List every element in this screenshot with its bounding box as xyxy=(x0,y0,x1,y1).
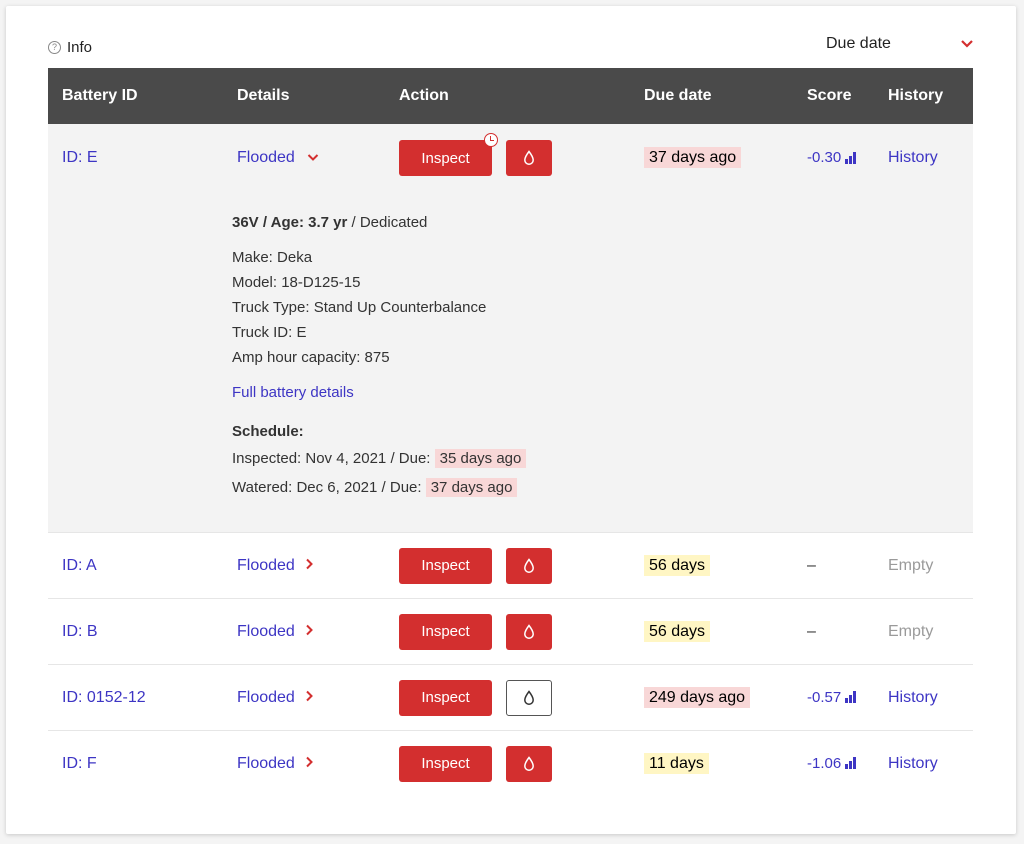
sort-dropdown[interactable]: Due date xyxy=(826,35,974,53)
full-battery-details-link[interactable]: Full battery details xyxy=(232,380,973,405)
schedule-title: Schedule: xyxy=(232,423,304,440)
inspect-button[interactable]: Inspect xyxy=(399,613,492,650)
battery-table: Battery ID Details Action Due date Score… xyxy=(48,68,973,797)
inspect-label: Inspect xyxy=(421,149,470,167)
water-drop-icon xyxy=(524,623,534,639)
inspect-label: Inspect xyxy=(421,557,470,574)
table-row: ID: F Flooded Inspect 11 days -1.06 Hist… xyxy=(48,731,973,797)
inspect-label: Inspect xyxy=(421,755,470,773)
history-link[interactable]: History xyxy=(888,689,938,706)
battery-id-link[interactable]: ID: 0152-12 xyxy=(62,689,146,706)
col-due-date[interactable]: Due date xyxy=(630,68,793,124)
due-date-badge: 11 days xyxy=(644,752,709,774)
score-text: -0.57 xyxy=(807,688,842,706)
history-link[interactable]: History xyxy=(888,149,938,166)
history-link[interactable]: History xyxy=(888,755,938,772)
battery-details-panel: 36V / Age: 3.7 yr / Dedicated Make: Deka… xyxy=(48,192,973,532)
table-header: Battery ID Details Action Due date Score… xyxy=(48,68,973,124)
bar-chart-icon xyxy=(845,757,856,770)
water-drop-icon xyxy=(524,689,534,705)
due-date-badge: 56 days xyxy=(644,620,711,642)
inspect-label: Inspect xyxy=(421,689,470,706)
watered-due-badge: 37 days ago xyxy=(425,478,518,497)
battery-type: Flooded xyxy=(237,556,295,574)
bar-chart-icon xyxy=(845,691,856,703)
col-battery-id[interactable]: Battery ID xyxy=(48,68,223,124)
info-toggle[interactable]: ? Info xyxy=(48,39,92,56)
battery-id-link[interactable]: ID: A xyxy=(62,557,97,574)
battery-type: Flooded xyxy=(237,688,295,706)
table-row: ID: A Flooded Inspect 56 days – Empty xyxy=(48,533,973,599)
chevron-right-icon xyxy=(306,756,313,767)
water-button[interactable] xyxy=(506,679,552,716)
battery-type: Flooded xyxy=(237,622,295,640)
history-empty: Empty xyxy=(888,622,934,640)
col-details[interactable]: Details xyxy=(223,68,385,124)
water-drop-icon xyxy=(524,557,534,573)
chevron-down-icon xyxy=(961,40,973,48)
water-button[interactable] xyxy=(506,613,552,650)
clock-icon xyxy=(484,133,498,147)
battery-id-link[interactable]: ID: F xyxy=(62,755,97,772)
battery-id-link[interactable]: ID: B xyxy=(62,623,98,640)
score-text: -1.06 xyxy=(807,754,842,772)
inspect-button[interactable]: Inspect xyxy=(399,133,498,176)
col-action[interactable]: Action xyxy=(385,68,630,124)
details-toggle[interactable]: Flooded xyxy=(237,689,314,706)
col-score[interactable]: Score xyxy=(793,68,874,124)
summary-rest: / Dedicated xyxy=(347,214,428,231)
details-toggle[interactable]: Flooded xyxy=(237,755,314,772)
expanded-details-row: 36V / Age: 3.7 yr / Dedicated Make: Deka… xyxy=(48,192,973,533)
make-line: Make: Deka xyxy=(232,249,313,266)
summary-bold: 36V / Age: 3.7 yr xyxy=(232,214,348,231)
inspect-button[interactable]: Inspect xyxy=(399,547,492,584)
inspected-line: Inspected: Nov 4, 2021 / Due: 35 days ag… xyxy=(232,446,973,471)
chevron-down-icon xyxy=(308,154,319,161)
inspect-label: Inspect xyxy=(421,623,470,640)
details-toggle[interactable]: Flooded xyxy=(237,149,319,166)
amp-capacity-line: Amp hour capacity: 875 xyxy=(232,349,390,366)
water-button[interactable] xyxy=(506,140,552,176)
inspect-button[interactable]: Inspect xyxy=(399,679,492,716)
model-line: Model: 18-D125-15 xyxy=(232,274,361,291)
info-label: Info xyxy=(67,39,93,56)
score-value: -0.57 xyxy=(807,689,856,706)
chevron-right-icon xyxy=(306,558,313,569)
help-icon: ? xyxy=(48,41,61,54)
chevron-right-icon xyxy=(306,690,313,701)
water-button[interactable] xyxy=(506,547,552,584)
inspected-prefix: Inspected: Nov 4, 2021 / Due: xyxy=(232,450,431,467)
bar-chart-icon xyxy=(845,151,856,164)
battery-summary: 36V / Age: 3.7 yr / Dedicated xyxy=(232,210,973,235)
score-value: -1.06 xyxy=(807,755,856,772)
due-date-badge: 37 days ago xyxy=(644,147,742,168)
water-drop-icon xyxy=(524,756,534,771)
battery-type: Flooded xyxy=(237,754,295,772)
inspected-due-badge: 35 days ago xyxy=(434,449,527,468)
score-text: -0.30 xyxy=(807,149,842,166)
truck-id-line: Truck ID: E xyxy=(232,324,307,341)
water-button[interactable] xyxy=(506,745,552,782)
col-history[interactable]: History xyxy=(874,68,973,124)
inspect-button[interactable]: Inspect xyxy=(399,745,492,782)
due-date-badge: 56 days xyxy=(644,554,711,576)
watered-line: Watered: Dec 6, 2021 / Due: 37 days ago xyxy=(232,475,973,500)
chevron-right-icon xyxy=(306,624,313,635)
score-value: – xyxy=(807,556,816,574)
score-value: – xyxy=(807,622,816,640)
table-row: ID: B Flooded Inspect 56 days – Empty xyxy=(48,599,973,665)
score-value: -0.30 xyxy=(807,149,856,166)
details-toggle[interactable]: Flooded xyxy=(237,623,314,640)
water-drop-icon xyxy=(524,150,534,165)
truck-type-line: Truck Type: Stand Up Counterbalance xyxy=(232,299,487,316)
battery-id-link[interactable]: ID: E xyxy=(62,149,98,166)
details-toggle[interactable]: Flooded xyxy=(237,557,314,574)
table-row: ID: 0152-12 Flooded Inspect 249 days ago… xyxy=(48,665,973,731)
history-empty: Empty xyxy=(888,556,934,574)
due-date-badge: 249 days ago xyxy=(644,686,751,708)
watered-prefix: Watered: Dec 6, 2021 / Due: xyxy=(232,479,422,496)
sort-label: Due date xyxy=(826,35,891,52)
table-row: ID: E Flooded Inspect 37 days ago -0.30 … xyxy=(48,124,973,192)
battery-type: Flooded xyxy=(237,149,295,166)
